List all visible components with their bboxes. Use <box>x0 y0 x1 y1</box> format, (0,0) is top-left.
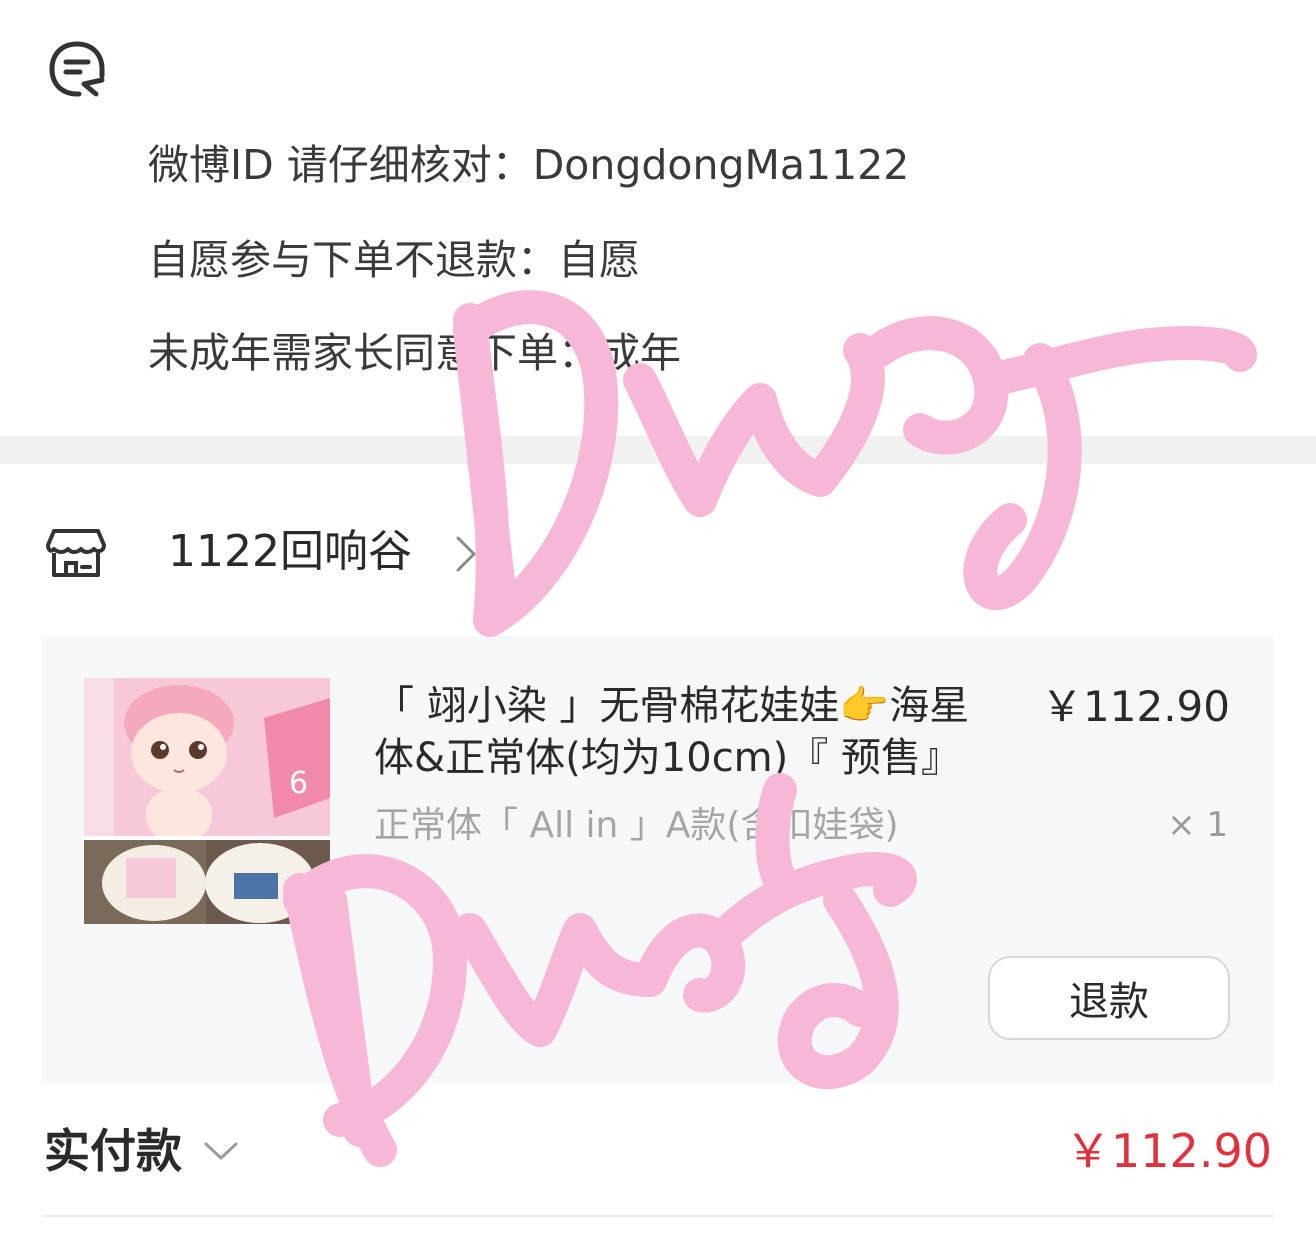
product-thumbnail[interactable]: 6 <box>84 678 330 924</box>
section-divider <box>0 436 1316 464</box>
no-refund-line: 自愿参与下单不退款：自愿 <box>148 236 640 284</box>
svg-text:6: 6 <box>289 766 308 801</box>
chevron-down-icon[interactable] <box>202 1136 240 1166</box>
product-card[interactable]: 6 「 翊小染 」无骨棉花娃娃👉海星体&正常体(均为10cm)『 预售』 ￥11… <box>42 636 1274 1084</box>
product-quantity: × 1 <box>1167 805 1228 845</box>
shop-name[interactable]: 1122回响谷 <box>168 530 412 574</box>
note-icon <box>49 41 105 97</box>
minor-consent-line: 未成年需家长同意下单：成年 <box>148 329 681 377</box>
chevron-right-icon[interactable] <box>450 532 480 576</box>
product-variant: 正常体「 All in 」A款(含扣娃袋) <box>374 805 899 846</box>
shop-row[interactable]: 1122回响谷 <box>0 500 1316 610</box>
refund-button[interactable]: 退款 <box>988 956 1230 1040</box>
paid-amount: ￥112.90 <box>1065 1124 1272 1178</box>
paid-label[interactable]: 实付款 <box>44 1128 182 1174</box>
paid-amount-row[interactable]: 实付款 ￥112.90 <box>0 1110 1316 1200</box>
weibo-id-line: 微博ID 请仔细核对：DongdongMa1122 <box>148 141 910 189</box>
shop-icon <box>46 529 106 577</box>
product-price: ￥112.90 <box>1041 682 1230 731</box>
product-image: 6 <box>84 678 330 924</box>
bottom-divider <box>42 1215 1274 1217</box>
product-title[interactable]: 「 翊小染 」无骨棉花娃娃👉海星体&正常体(均为10cm)『 预售』 <box>374 680 994 784</box>
